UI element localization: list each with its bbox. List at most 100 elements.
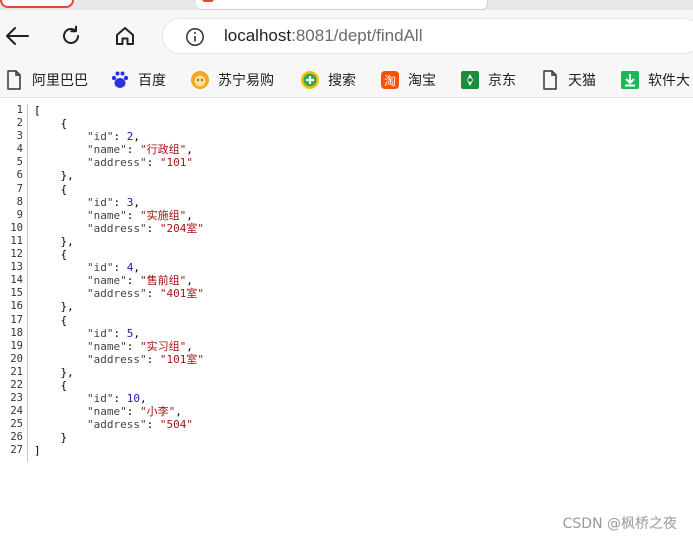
code-line: "name": "实施组",	[86, 208, 193, 222]
line-number: 2	[16, 117, 23, 130]
code-line: "name": "小李",	[86, 405, 182, 419]
bookmark-label: 百度	[138, 73, 166, 89]
info-icon[interactable]	[185, 27, 205, 47]
line-number: 13	[10, 261, 23, 274]
tab-active[interactable]	[196, 0, 488, 10]
line-number: 17	[10, 313, 23, 326]
bookmark-software[interactable]: 软件大	[620, 68, 690, 92]
bookmark-label: 淘宝	[408, 73, 436, 89]
line-number: 3	[16, 130, 23, 143]
line-number-gutter: 1 2 3 4 5 6 7 8 9 10 11 12 13 14 15 16 17 18 19 20 21 22 23 24 2…	[0, 104, 28, 462]
code-line: "name": "实习组",	[86, 339, 193, 353]
search-plus-icon	[300, 70, 320, 90]
code-line: {	[34, 182, 68, 196]
line-number: 26	[10, 431, 23, 444]
bookmark-baidu[interactable]: 百度	[110, 68, 166, 92]
document-icon	[540, 70, 560, 90]
document-icon	[4, 70, 24, 90]
bookmark-suning[interactable]: 苏宁易购	[190, 68, 274, 92]
line-number: 8	[16, 195, 23, 208]
line-number: 18	[10, 326, 23, 339]
line-number: 14	[10, 274, 23, 287]
code-line: "name": "行政组",	[86, 143, 193, 157]
bookmark-label: 阿里巴巴	[32, 73, 88, 89]
tab-previous[interactable]	[0, 0, 74, 8]
navigation-bar: localhost:8081/dept/findAll	[0, 10, 693, 62]
suning-lion-icon	[190, 70, 210, 90]
json-viewer: 1 2 3 4 5 6 7 8 9 10 11 12 13 14 15 16 17 18 19 20 21 22 23 24 2…	[0, 99, 693, 543]
line-number: 9	[16, 208, 23, 221]
code-line: "id": 3,	[86, 195, 140, 209]
json-code: [ { "id": 2, "name": "行政组", "address": "…	[34, 104, 204, 458]
jd-icon	[460, 70, 480, 90]
line-number: 27	[10, 444, 23, 457]
tab-favicon-icon	[202, 0, 214, 2]
line-number: 16	[10, 300, 23, 313]
line-number: 22	[10, 378, 23, 391]
baidu-paw-icon	[110, 70, 130, 90]
url-host: localhost	[224, 26, 292, 45]
line-number: 5	[16, 156, 23, 169]
line-number: 19	[10, 339, 23, 352]
code-line: },	[34, 169, 74, 183]
bookmark-jd[interactable]: 京东	[460, 68, 516, 92]
line-number: 23	[10, 392, 23, 405]
line-number: 1	[16, 104, 23, 116]
code-line: "id": 5,	[86, 326, 140, 340]
code-line: {	[34, 313, 68, 327]
reload-button[interactable]	[56, 21, 86, 51]
url-path: :8081/dept/findAll	[291, 26, 423, 45]
line-number: 7	[16, 182, 23, 195]
taobao-icon: 淘	[380, 70, 400, 90]
tab-strip	[0, 0, 693, 10]
line-number: 6	[16, 169, 23, 182]
bookmark-label: 苏宁易购	[218, 73, 274, 89]
code-line: "address": "204室"	[86, 221, 204, 235]
line-number: 25	[10, 418, 23, 431]
bookmark-alibaba[interactable]: 阿里巴巴	[4, 68, 88, 92]
code-line: },	[34, 365, 74, 379]
bookmark-label: 软件大	[648, 73, 690, 89]
code-line: {	[34, 378, 68, 392]
bookmark-label: 天猫	[568, 73, 596, 89]
bookmark-label: 搜索	[328, 73, 356, 89]
code-line: "address": "101"	[86, 156, 193, 170]
code-line: ]	[34, 444, 41, 458]
bookmark-search[interactable]: 搜索	[300, 68, 356, 92]
bookmarks-bar: 阿里巴巴 百度 苏宁易购 搜索 淘 淘宝 京东 天猫 软件大	[0, 62, 693, 98]
code-line: "id": 4,	[86, 261, 140, 275]
code-line: "address": "401室"	[86, 287, 204, 301]
code-line: "id": 2,	[86, 130, 140, 144]
arrow-left-icon	[6, 27, 29, 45]
code-line: "address": "504"	[86, 418, 193, 432]
line-number: 20	[10, 352, 23, 365]
code-line: "address": "101室"	[86, 352, 204, 366]
download-icon	[620, 70, 640, 90]
watermark: CSDN @枫桥之夜	[562, 516, 677, 532]
url-text[interactable]: localhost:8081/dept/findAll	[224, 25, 423, 47]
bookmark-taobao[interactable]: 淘 淘宝	[380, 68, 436, 92]
line-number: 12	[10, 248, 23, 261]
home-icon	[116, 27, 134, 45]
code-line: },	[34, 300, 74, 314]
line-number: 10	[10, 221, 23, 234]
bookmark-label: 京东	[488, 73, 516, 89]
code-line: {	[34, 117, 68, 131]
code-line: }	[34, 431, 68, 445]
code-line: {	[34, 248, 68, 262]
code-line: "name": "售前组",	[86, 274, 193, 288]
address-bar[interactable]: localhost:8081/dept/findAll	[162, 18, 693, 54]
line-number: 24	[10, 405, 23, 418]
back-button[interactable]	[2, 21, 32, 51]
line-number: 11	[10, 234, 23, 247]
svg-text:淘: 淘	[384, 74, 396, 88]
code-line: [	[34, 104, 41, 117]
home-button[interactable]	[110, 21, 140, 51]
line-number: 4	[16, 143, 23, 156]
bookmark-tmall[interactable]: 天猫	[540, 68, 596, 92]
code-line: "id": 10,	[86, 392, 147, 406]
line-number: 15	[10, 287, 23, 300]
reload-icon	[63, 25, 79, 44]
line-number: 21	[10, 365, 23, 378]
code-line: },	[34, 234, 74, 248]
